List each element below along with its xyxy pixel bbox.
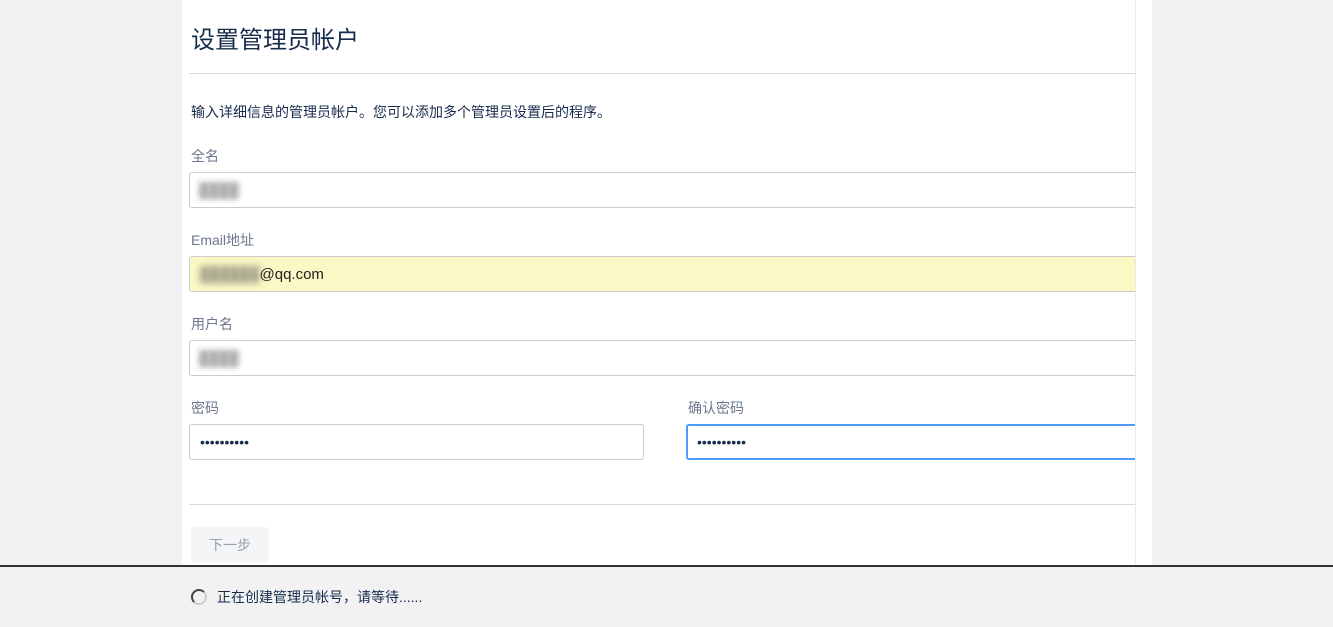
email-visible-suffix: @qq.com bbox=[260, 266, 324, 283]
username-input-wrap: ████ bbox=[189, 340, 1144, 376]
content-area: 设置管理员帐户 输入详细信息的管理员帐户。您可以添加多个管理员设置后的程序。 全… bbox=[189, 0, 1144, 627]
password-row: 密码 确认密码 bbox=[189, 398, 1144, 482]
loading-spinner-icon bbox=[191, 589, 207, 605]
next-button[interactable]: 下一步 bbox=[191, 527, 269, 563]
confirm-password-input[interactable] bbox=[686, 424, 1141, 460]
password-label: 密码 bbox=[191, 398, 644, 418]
fullname-label: 全名 bbox=[191, 146, 1144, 166]
password-field: 密码 bbox=[189, 398, 644, 460]
status-text: 正在创建管理员帐号，请等待...... bbox=[217, 587, 422, 607]
email-label: Email地址 bbox=[191, 230, 1144, 250]
email-redacted-prefix: ██████ bbox=[200, 266, 260, 282]
confirm-password-field: 确认密码 bbox=[686, 398, 1141, 460]
username-field: 用户名 ████ bbox=[189, 314, 1144, 376]
fullname-input[interactable] bbox=[189, 172, 1144, 208]
password-input[interactable] bbox=[189, 424, 644, 460]
scrollbar-track[interactable] bbox=[1135, 0, 1152, 567]
confirm-password-label: 确认密码 bbox=[688, 398, 1141, 418]
page-container: 设置管理员帐户 输入详细信息的管理员帐户。您可以添加多个管理员设置后的程序。 全… bbox=[182, 0, 1152, 567]
fullname-input-wrap: ████ bbox=[189, 172, 1144, 208]
email-input[interactable]: ██████ @qq.com bbox=[189, 256, 1144, 292]
email-content: ██████ @qq.com bbox=[190, 257, 1143, 291]
page-title: 设置管理员帐户 bbox=[191, 20, 1144, 55]
username-input[interactable] bbox=[189, 340, 1144, 376]
bottom-divider bbox=[189, 504, 1144, 505]
intro-text: 输入详细信息的管理员帐户。您可以添加多个管理员设置后的程序。 bbox=[191, 102, 1144, 122]
email-field: Email地址 ██████ @qq.com bbox=[189, 230, 1144, 292]
username-label: 用户名 bbox=[191, 314, 1144, 334]
top-divider bbox=[189, 73, 1144, 74]
status-row: 正在创建管理员帐号，请等待...... bbox=[191, 587, 1144, 607]
fullname-field: 全名 ████ bbox=[189, 146, 1144, 208]
